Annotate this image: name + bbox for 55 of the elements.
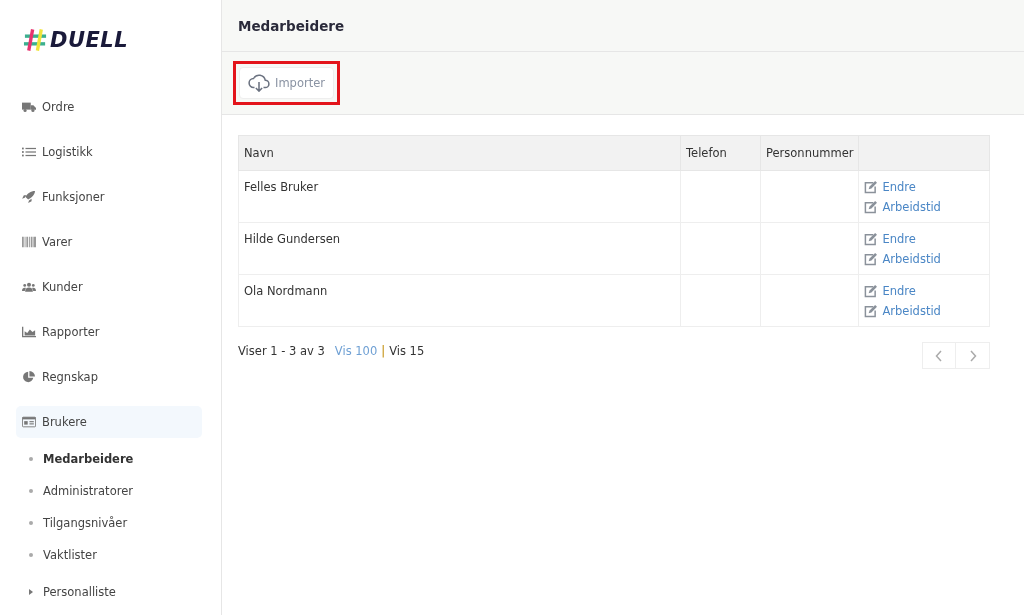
nav-item[interactable]: Kunder <box>16 271 202 303</box>
edit-link[interactable]: Endre <box>864 284 916 298</box>
caret-icon <box>29 589 33 595</box>
submenu-item[interactable]: Personalliste <box>16 581 202 603</box>
edit-icon <box>864 284 878 298</box>
page-size-link[interactable]: Vis 15 <box>389 344 425 358</box>
edit-icon <box>864 180 878 194</box>
rocket-icon <box>22 191 36 203</box>
edit-link[interactable]: Arbeidstid <box>864 252 941 266</box>
column-header: Personnummer <box>760 135 859 171</box>
edit-icon <box>864 232 878 246</box>
bullet-icon <box>29 553 33 557</box>
cloud-download-icon <box>248 74 270 92</box>
bullet-icon <box>29 457 33 461</box>
nav-item[interactable]: Ordre <box>16 91 202 123</box>
bullet-icon <box>29 489 33 493</box>
nav-item[interactable]: Rapporter <box>16 316 202 348</box>
nav-item[interactable]: Varer <box>16 226 202 258</box>
hash-logo-icon <box>23 28 48 52</box>
list-icon <box>22 146 36 158</box>
nav-item[interactable]: Funksjoner <box>16 181 202 213</box>
edit-link[interactable]: Endre <box>864 180 916 194</box>
users-icon <box>22 281 36 293</box>
edit-icon <box>864 200 878 214</box>
edit-icon <box>864 252 878 266</box>
column-header: Telefon <box>680 135 761 171</box>
column-header: Navn <box>238 135 681 171</box>
edit-link[interactable]: Endre <box>864 232 916 246</box>
submenu-item[interactable]: Tilgangsnivåer <box>16 512 202 534</box>
pie-chart-icon <box>22 371 36 383</box>
chevron-right-icon <box>968 349 977 362</box>
logo-text: DUELL <box>50 28 129 52</box>
id-card-icon <box>22 416 36 428</box>
next-page-button[interactable] <box>956 342 990 369</box>
truck-icon <box>22 101 36 113</box>
edit-link[interactable]: Arbeidstid <box>864 304 941 318</box>
table-cell: Felles Bruker <box>238 170 681 223</box>
area-chart-icon <box>22 326 36 338</box>
bullet-icon <box>29 521 33 525</box>
submenu-item[interactable]: Administratorer <box>16 480 202 502</box>
previous-page-button[interactable] <box>922 342 956 369</box>
nav-item[interactable]: Logistikk <box>16 136 202 168</box>
nav-item[interactable]: Brukere <box>16 406 202 438</box>
table-cell: Hilde Gundersen <box>238 222 681 275</box>
submenu-item[interactable]: Vaktlister <box>16 544 202 566</box>
nav-item[interactable]: Regnskap <box>16 361 202 393</box>
submenu-item[interactable]: Medarbeidere <box>16 448 202 470</box>
table-cell: Ola Nordmann <box>238 274 681 327</box>
result-summary: Viser 1 - 3 av 3 <box>238 344 325 358</box>
edit-icon <box>864 304 878 318</box>
edit-link[interactable]: Arbeidstid <box>864 200 941 214</box>
barcode-icon <box>22 236 36 248</box>
page-title: Medarbeidere <box>238 17 345 34</box>
chevron-left-icon <box>935 349 943 362</box>
separator-text: | <box>381 344 386 358</box>
